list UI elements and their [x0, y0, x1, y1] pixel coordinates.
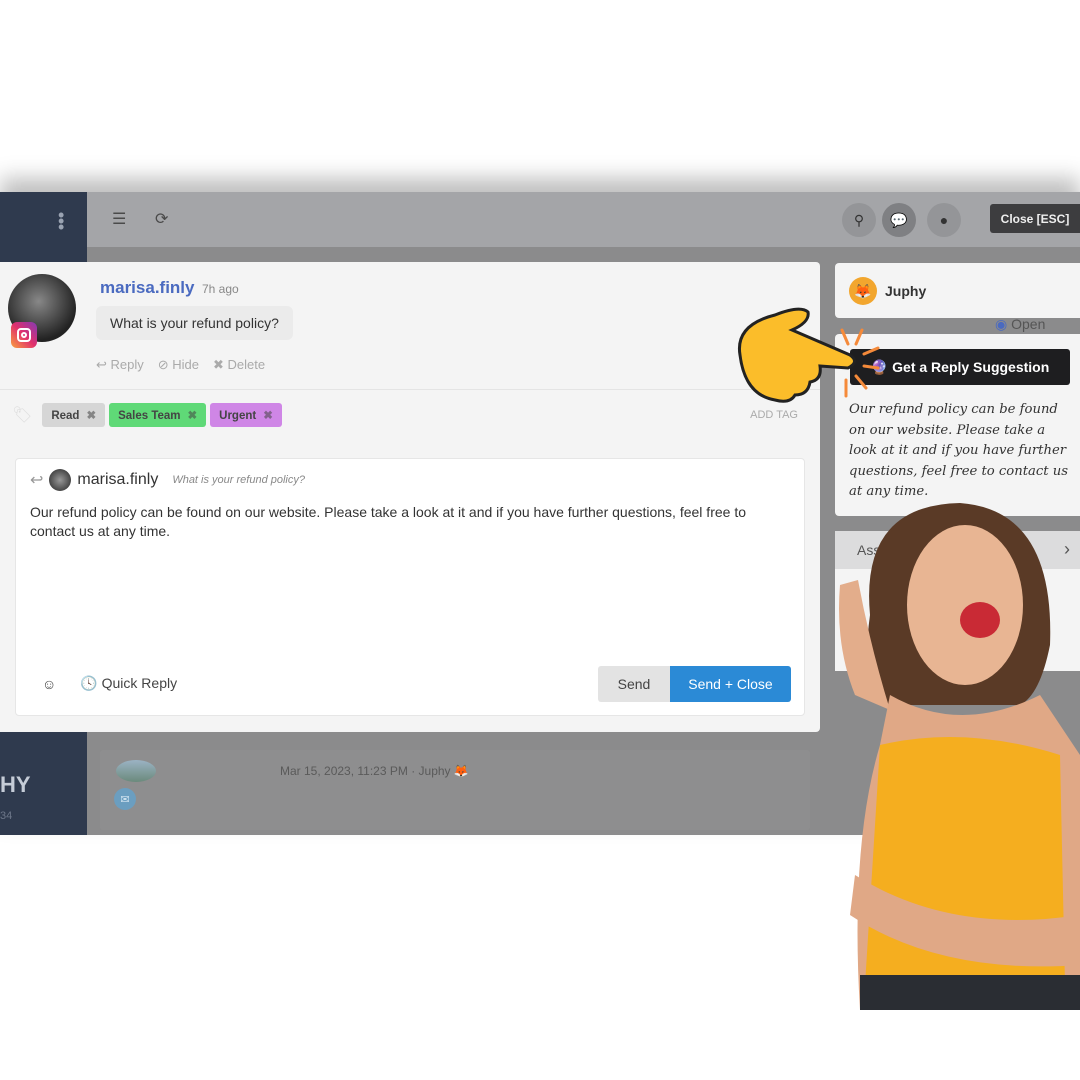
- history-avatar: [116, 760, 156, 782]
- remove-tag-icon[interactable]: ✖: [86, 410, 96, 422]
- username[interactable]: marisa.finly: [100, 278, 195, 298]
- hide-button[interactable]: ⊘ Hide: [158, 357, 199, 373]
- email-icon: ✉: [114, 788, 136, 810]
- radio-icon: ◉: [995, 316, 1008, 332]
- timestamp: 7h ago: [202, 282, 239, 296]
- reply-composer[interactable]: ↩ marisa.finly What is your refund polic…: [15, 458, 805, 716]
- reply-button[interactable]: ↩ Reply: [96, 357, 144, 373]
- reply-icon: ↩: [30, 472, 44, 489]
- woman-photo: [839, 503, 1080, 1010]
- message-bubble: What is your refund policy?: [96, 306, 293, 340]
- checklist-icon[interactable]: ☰: [112, 209, 126, 229]
- status-open-radio[interactable]: ◉ Open: [995, 316, 1045, 333]
- history-message[interactable]: ✉ Mar 15, 2023, 11:23 PM · Juphy 🦊: [100, 750, 810, 830]
- conversations-icon[interactable]: 💬: [882, 203, 916, 237]
- tag-read[interactable]: Read ✖: [42, 403, 106, 427]
- composer-avatar: [49, 469, 72, 491]
- add-tag-button[interactable]: ADD TAG: [750, 409, 798, 421]
- sidebar-brand-sub: 34: [0, 810, 13, 822]
- history-agent: Juphy: [418, 764, 451, 778]
- divider: [0, 389, 820, 390]
- delete-button[interactable]: ✖ Delete: [213, 357, 265, 373]
- suggestion-text: Our refund policy can be found on our we…: [849, 402, 1069, 499]
- emoji-icon[interactable]: ☺: [42, 676, 56, 692]
- conversation-card: marisa.finly 7h ago What is your refund …: [0, 262, 820, 732]
- composer-username: marisa.finly: [77, 471, 159, 488]
- remove-tag-icon[interactable]: ✖: [263, 410, 273, 422]
- tag-icon: 🏷: [12, 407, 33, 424]
- reply-icon: ↩: [96, 357, 111, 372]
- refresh-icon[interactable]: ⟳: [155, 209, 168, 229]
- sidebar-brand: HY: [0, 772, 31, 797]
- brand-name: Juphy: [885, 283, 927, 299]
- quoted-message: What is your refund policy?: [172, 474, 305, 486]
- instagram-icon: [11, 322, 37, 348]
- tag-sales-team[interactable]: Sales Team ✖: [109, 403, 207, 427]
- eye-slash-icon: ⊘: [157, 357, 173, 372]
- tag-urgent[interactable]: Urgent ✖: [210, 403, 282, 427]
- comment-icon[interactable]: ●: [927, 203, 961, 237]
- more-icon[interactable]: • • •: [58, 206, 64, 236]
- history-date: Mar 15, 2023, 11:23 PM: [280, 764, 408, 778]
- send-button[interactable]: Send: [598, 666, 670, 702]
- reply-textarea[interactable]: Our refund policy can be found on our we…: [30, 503, 780, 541]
- quick-reply-button[interactable]: 🕓 Quick Reply: [80, 675, 177, 692]
- toolbar: ☰ ⟳ ⚲ 💬 ●: [87, 192, 1080, 247]
- search-icon[interactable]: ⚲: [842, 203, 876, 237]
- tag-list: 🏷 Read ✖ Sales Team ✖ Urgent ✖: [12, 403, 282, 427]
- close-button[interactable]: Close [ESC]: [990, 204, 1080, 233]
- clock-icon: 🕓: [80, 675, 102, 691]
- pointing-hand-icon: [737, 307, 880, 403]
- send-close-button[interactable]: Send + Close: [670, 666, 791, 702]
- remove-tag-icon[interactable]: ✖: [188, 410, 198, 422]
- x-icon: ✖: [213, 357, 228, 372]
